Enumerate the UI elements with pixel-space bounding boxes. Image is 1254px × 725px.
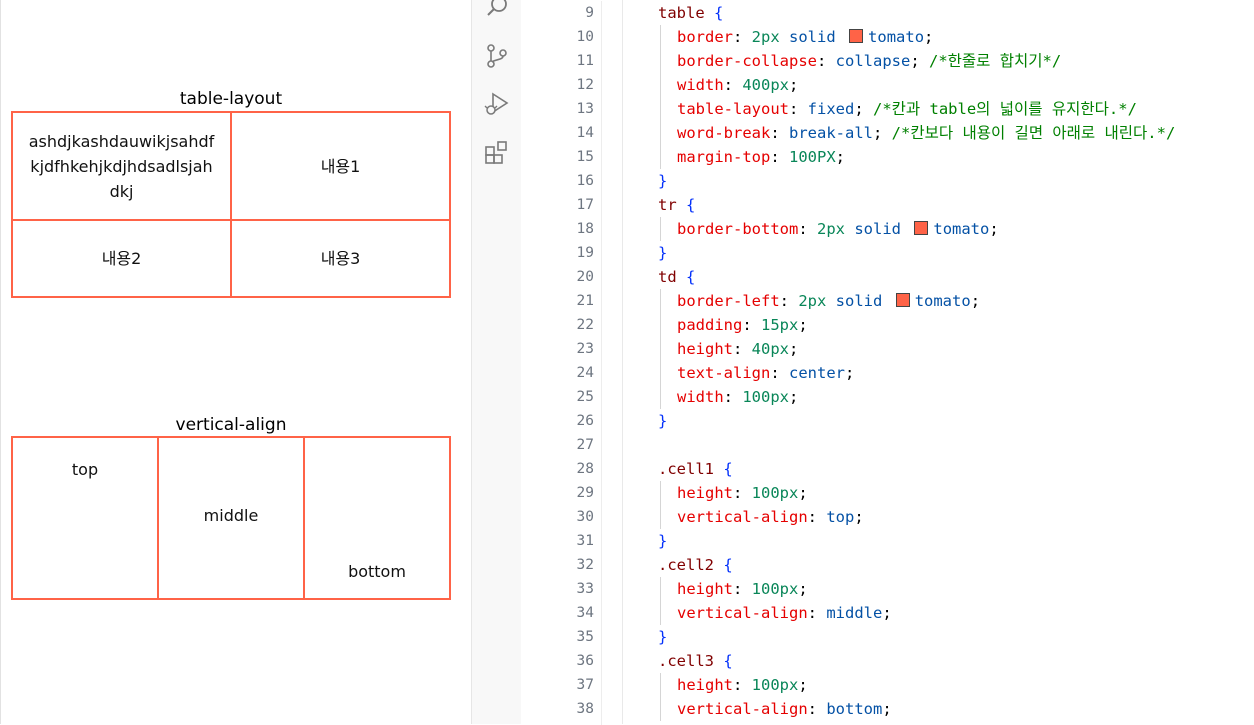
code-line[interactable]: }	[658, 529, 1254, 553]
line-number: 12	[576, 77, 594, 93]
line-number: 25	[576, 389, 594, 405]
color-swatch[interactable]	[849, 29, 864, 43]
table-cell: ashdjkashdauwikjsahdfkjdfhkehjkdjhdsadls…	[11, 111, 232, 221]
code-line[interactable]	[658, 433, 1254, 457]
code-line[interactable]: table-layout: fixed; /*칸과 table의 넓이를 유지한…	[658, 97, 1254, 121]
search-icon[interactable]	[484, 0, 510, 20]
code-line[interactable]: vertical-align: bottom;	[658, 697, 1254, 721]
vertical-align-table: top middle bottom	[11, 436, 451, 600]
code-line[interactable]: text-align: center;	[658, 361, 1254, 385]
code-line[interactable]: border-collapse: collapse; /*한줄로 합치기*/	[658, 49, 1254, 73]
line-number: 35	[576, 629, 594, 645]
code-line[interactable]: border-bottom: 2px solid tomato;	[658, 217, 1254, 241]
code-line[interactable]: tr {	[658, 193, 1254, 217]
line-number: 10	[576, 29, 594, 45]
code-line[interactable]: border-left: 2px solid tomato;	[658, 289, 1254, 313]
table-row: top middle bottom	[11, 436, 451, 600]
table-row: ashdjkashdauwikjsahdfkjdfhkehjkdjhdsadls…	[11, 111, 451, 221]
line-number: 19	[576, 245, 594, 261]
code-line[interactable]: height: 100px;	[658, 481, 1254, 505]
code-line[interactable]: padding: 15px;	[658, 313, 1254, 337]
activity-bar	[471, 0, 522, 724]
browser-preview: table-layout ashdjkashdauwikjsahdfkjdfhk…	[0, 0, 471, 724]
indent-guide	[622, 0, 623, 724]
code-line[interactable]: width: 400px;	[658, 73, 1254, 97]
line-number: 17	[576, 197, 594, 213]
vertical-align-caption: vertical-align	[175, 415, 287, 435]
code-line[interactable]: height: 100px;	[658, 673, 1254, 697]
line-number: 33	[576, 581, 594, 597]
color-swatch[interactable]	[895, 293, 910, 307]
line-number: 13	[576, 101, 594, 117]
line-number: 28	[576, 461, 594, 477]
code-line[interactable]: .cell1 {	[658, 457, 1254, 481]
extensions-icon[interactable]	[484, 140, 510, 166]
line-number: 11	[576, 53, 594, 69]
line-number: 36	[576, 653, 594, 669]
line-number: 32	[576, 557, 594, 573]
code-line[interactable]: }	[658, 625, 1254, 649]
table-cell: 내용2	[11, 219, 232, 298]
line-number: 37	[576, 677, 594, 693]
line-number-gutter: 9 10 11 12 13 14 15 16 17 18 19 20 21 22 23 24 25 26 27 28 2…	[521, 1, 602, 725]
table-layout-table: ashdjkashdauwikjsahdfkjdfhkehjkdjhdsadls…	[11, 111, 451, 298]
line-number: 15	[576, 149, 594, 165]
code-area[interactable]: table { border: 2px solid tomato; border…	[658, 1, 1254, 721]
line-number: 38	[576, 701, 594, 717]
code-line[interactable]: width: 100px;	[658, 385, 1254, 409]
line-number: 26	[576, 413, 594, 429]
code-line[interactable]: vertical-align: top;	[658, 505, 1254, 529]
line-number: 21	[576, 293, 594, 309]
table-cell: 내용3	[230, 219, 451, 298]
line-number: 14	[576, 125, 594, 141]
code-line[interactable]: .cell2 {	[658, 553, 1254, 577]
code-line[interactable]: margin-top: 100PX;	[658, 145, 1254, 169]
code-line[interactable]: height: 40px;	[658, 337, 1254, 361]
line-number: 9	[585, 5, 594, 21]
line-number: 23	[576, 341, 594, 357]
table-row: 내용2 내용3	[11, 219, 451, 298]
code-line[interactable]: vertical-align: middle;	[658, 601, 1254, 625]
line-number: 16	[576, 173, 594, 189]
line-number: 34	[576, 605, 594, 621]
code-editor[interactable]: 9 10 11 12 13 14 15 16 17 18 19 20 21 22 23 24 25 26 27 28 2…	[521, 0, 1254, 725]
line-number: 20	[576, 269, 594, 285]
cell-top: top	[11, 436, 159, 600]
code-line[interactable]: table {	[658, 1, 1254, 25]
run-debug-icon[interactable]	[484, 91, 510, 117]
code-line[interactable]: word-break: break-all; /*칸보다 내용이 길면 아래로 …	[658, 121, 1254, 145]
code-line[interactable]: }	[658, 409, 1254, 433]
color-swatch[interactable]	[914, 221, 929, 235]
table-layout-caption: table-layout	[179, 89, 283, 109]
code-line[interactable]: td {	[658, 265, 1254, 289]
line-number: 30	[576, 509, 594, 525]
line-number: 22	[576, 317, 594, 333]
code-line[interactable]: }	[658, 241, 1254, 265]
cell-bottom: bottom	[303, 436, 451, 600]
table-cell: 내용1	[230, 111, 451, 221]
code-line[interactable]: height: 100px;	[658, 577, 1254, 601]
cell-middle: middle	[157, 436, 305, 600]
line-number: 24	[576, 365, 594, 381]
line-number: 29	[576, 485, 594, 501]
line-number: 27	[576, 437, 594, 453]
source-control-icon[interactable]	[484, 43, 510, 69]
code-line[interactable]: .cell3 {	[658, 649, 1254, 673]
line-number: 18	[576, 221, 594, 237]
line-number: 31	[576, 533, 594, 549]
code-line[interactable]: }	[658, 169, 1254, 193]
code-line[interactable]: border: 2px solid tomato;	[658, 25, 1254, 49]
